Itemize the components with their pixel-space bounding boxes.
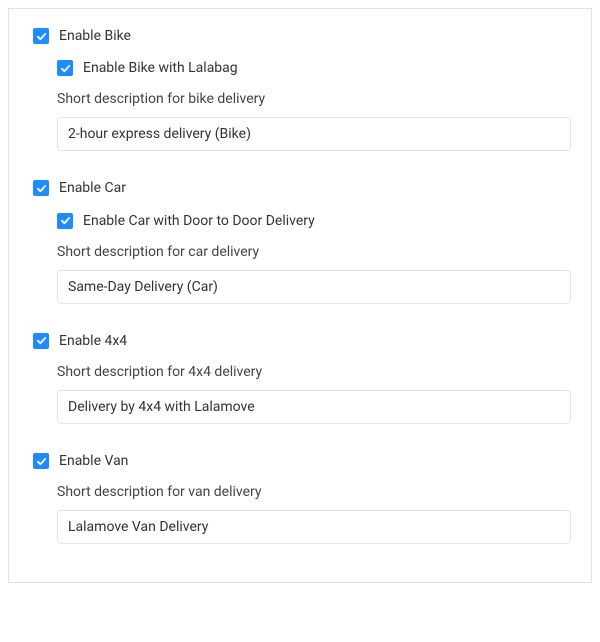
checkmark-icon: [36, 335, 47, 346]
enable-4x4-checkbox[interactable]: [33, 333, 49, 349]
enable-car-door-checkbox[interactable]: [57, 213, 73, 229]
enable-bike-lalabag-checkbox[interactable]: [57, 60, 73, 76]
fourx4-enable-row: Enable 4x4: [33, 332, 571, 350]
bike-desc-label: Short description for bike delivery: [57, 91, 571, 107]
settings-panel: Enable Bike Enable Bike with Lalabag Sho…: [8, 8, 592, 583]
car-enable-row: Enable Car: [33, 179, 571, 197]
van-desc-label: Short description for van delivery: [57, 484, 571, 500]
checkmark-icon: [60, 63, 71, 74]
enable-van-checkbox[interactable]: [33, 453, 49, 469]
checkmark-icon: [36, 456, 47, 467]
enable-bike-lalabag-label: Enable Bike with Lalabag: [83, 59, 238, 77]
car-door-row: Enable Car with Door to Door Delivery: [57, 212, 571, 230]
enable-car-label: Enable Car: [59, 179, 126, 197]
car-desc-input[interactable]: [57, 270, 571, 304]
enable-car-checkbox[interactable]: [33, 180, 49, 196]
enable-bike-checkbox[interactable]: [33, 28, 49, 44]
enable-car-door-label: Enable Car with Door to Door Delivery: [83, 212, 315, 230]
enable-van-label: Enable Van: [59, 452, 128, 470]
bike-lalabag-row: Enable Bike with Lalabag: [57, 59, 571, 77]
checkmark-icon: [36, 31, 47, 42]
enable-bike-label: Enable Bike: [59, 27, 131, 45]
bike-enable-row: Enable Bike: [33, 27, 571, 45]
car-desc-label: Short description for car delivery: [57, 244, 571, 260]
fourx4-desc-input[interactable]: [57, 390, 571, 424]
checkmark-icon: [60, 215, 71, 226]
checkmark-icon: [36, 183, 47, 194]
car-section: Enable Car Enable Car with Door to Door …: [33, 179, 571, 303]
van-enable-row: Enable Van: [33, 452, 571, 470]
van-section: Enable Van Short description for van del…: [33, 452, 571, 544]
enable-4x4-label: Enable 4x4: [59, 332, 127, 350]
bike-desc-input[interactable]: [57, 117, 571, 151]
fourx4-section: Enable 4x4 Short description for 4x4 del…: [33, 332, 571, 424]
van-desc-input[interactable]: [57, 510, 571, 544]
bike-section: Enable Bike Enable Bike with Lalabag Sho…: [33, 27, 571, 151]
fourx4-desc-label: Short description for 4x4 delivery: [57, 364, 571, 380]
